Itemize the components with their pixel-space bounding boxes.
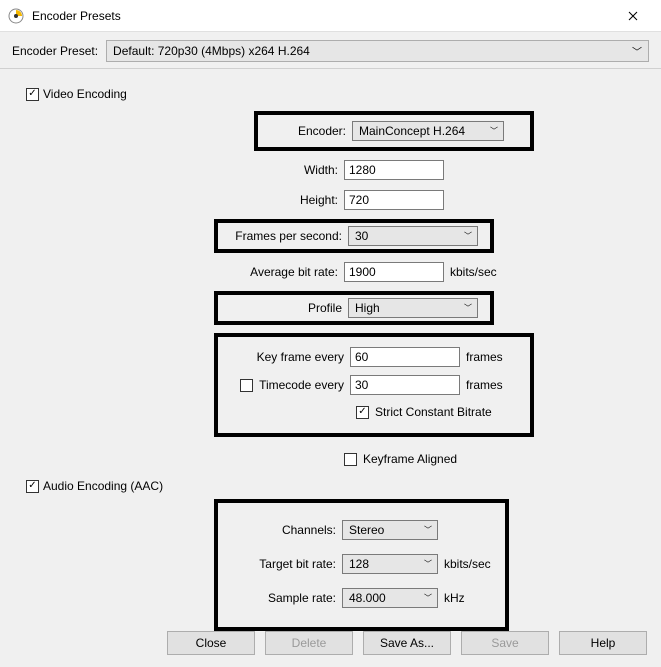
strict-cbr-checkbox[interactable] xyxy=(356,406,369,419)
audio-encoding-checkbox[interactable]: Audio Encoding (AAC) xyxy=(26,479,647,493)
audio-settings: Channels: Stereo ﹀ Target bit rate: 128 … xyxy=(214,493,647,631)
highlight-profile: Profile High ﹀ xyxy=(214,291,494,325)
preset-value: Default: 720p30 (4Mbps) x264 H.264 xyxy=(113,44,310,58)
video-encoding-checkbox[interactable]: Video Encoding xyxy=(26,87,647,101)
fps-value: 30 xyxy=(355,229,368,243)
width-input[interactable]: 1280 xyxy=(344,160,444,180)
height-input[interactable]: 720 xyxy=(344,190,444,210)
keyframe-unit: frames xyxy=(466,350,503,364)
keyframe-aligned-checkbox[interactable] xyxy=(344,453,357,466)
close-button[interactable] xyxy=(613,0,653,32)
app-icon xyxy=(8,8,24,24)
sample-rate-label: Sample rate: xyxy=(232,591,342,605)
encoder-label: Encoder: xyxy=(266,124,352,138)
dialog-body: Video Encoding Encoder: MainConcept H.26… xyxy=(0,69,661,631)
sample-rate-unit: kHz xyxy=(444,591,465,605)
profile-label: Profile xyxy=(226,301,348,315)
target-br-select[interactable]: 128 ﹀ xyxy=(342,554,438,574)
profile-select[interactable]: High ﹀ xyxy=(348,298,478,318)
timecode-label: Timecode every xyxy=(259,378,344,392)
encoder-select[interactable]: MainConcept H.264 ﹀ xyxy=(352,121,504,141)
help-button[interactable]: Help xyxy=(559,631,647,655)
checkbox-icon xyxy=(26,88,39,101)
strict-cbr-label: Strict Constant Bitrate xyxy=(375,405,492,419)
fps-select[interactable]: 30 ﹀ xyxy=(348,226,478,246)
channels-label: Channels: xyxy=(232,523,342,537)
chevron-down-icon: ﹀ xyxy=(464,303,472,314)
delete-button[interactable]: Delete xyxy=(265,631,353,655)
channels-value: Stereo xyxy=(349,523,384,537)
target-br-label: Target bit rate: xyxy=(232,557,342,571)
button-bar: Close Delete Save As... Save Help xyxy=(167,631,647,655)
preset-label: Encoder Preset: xyxy=(12,44,98,58)
checkbox-icon xyxy=(26,480,39,493)
preset-row: Encoder Preset: Default: 720p30 (4Mbps) … xyxy=(0,32,661,69)
channels-select[interactable]: Stereo ﹀ xyxy=(342,520,438,540)
profile-value: High xyxy=(355,301,380,315)
window-title: Encoder Presets xyxy=(32,9,613,23)
chevron-down-icon: ﹀ xyxy=(464,231,472,242)
chevron-down-icon: ﹀ xyxy=(424,559,432,570)
keyframe-label: Key frame every xyxy=(228,350,350,364)
highlight-encoder: Encoder: MainConcept H.264 ﹀ xyxy=(254,111,534,151)
height-label: Height: xyxy=(214,193,344,207)
video-encoding-label: Video Encoding xyxy=(43,87,127,101)
encoder-presets-window: Encoder Presets Encoder Preset: Default:… xyxy=(0,0,661,667)
abr-label: Average bit rate: xyxy=(214,265,344,279)
chevron-down-icon: ﹀ xyxy=(424,593,432,604)
save-as-button[interactable]: Save As... xyxy=(363,631,451,655)
close-icon xyxy=(628,11,638,21)
target-br-unit: kbits/sec xyxy=(444,557,491,571)
highlight-audio-group: Channels: Stereo ﹀ Target bit rate: 128 … xyxy=(214,499,509,631)
highlight-fps: Frames per second: 30 ﹀ xyxy=(214,219,494,253)
abr-input[interactable]: 1900 xyxy=(344,262,444,282)
titlebar: Encoder Presets xyxy=(0,0,661,32)
sample-rate-select[interactable]: 48.000 ﹀ xyxy=(342,588,438,608)
timecode-checkbox[interactable] xyxy=(240,379,253,392)
timecode-input[interactable]: 30 xyxy=(350,375,460,395)
video-settings: Encoder: MainConcept H.264 ﹀ Width: 1280… xyxy=(14,107,647,473)
close-dialog-button[interactable]: Close xyxy=(167,631,255,655)
sample-rate-value: 48.000 xyxy=(349,591,386,605)
fps-label: Frames per second: xyxy=(226,229,348,243)
save-button[interactable]: Save xyxy=(461,631,549,655)
chevron-down-icon: ﹀ xyxy=(632,44,642,59)
chevron-down-icon: ﹀ xyxy=(424,525,432,536)
keyframe-input[interactable]: 60 xyxy=(350,347,460,367)
target-br-value: 128 xyxy=(349,557,369,571)
keyframe-aligned-label: Keyframe Aligned xyxy=(363,452,457,466)
preset-select[interactable]: Default: 720p30 (4Mbps) x264 H.264 ﹀ xyxy=(106,40,649,62)
abr-unit: kbits/sec xyxy=(450,265,497,279)
width-label: Width: xyxy=(214,163,344,177)
encoder-value: MainConcept H.264 xyxy=(359,124,465,138)
highlight-keyframe-group: Key frame every 60 frames Timecode every… xyxy=(214,333,534,437)
audio-encoding-label: Audio Encoding (AAC) xyxy=(43,479,163,493)
chevron-down-icon: ﹀ xyxy=(490,126,498,137)
timecode-unit: frames xyxy=(466,378,503,392)
